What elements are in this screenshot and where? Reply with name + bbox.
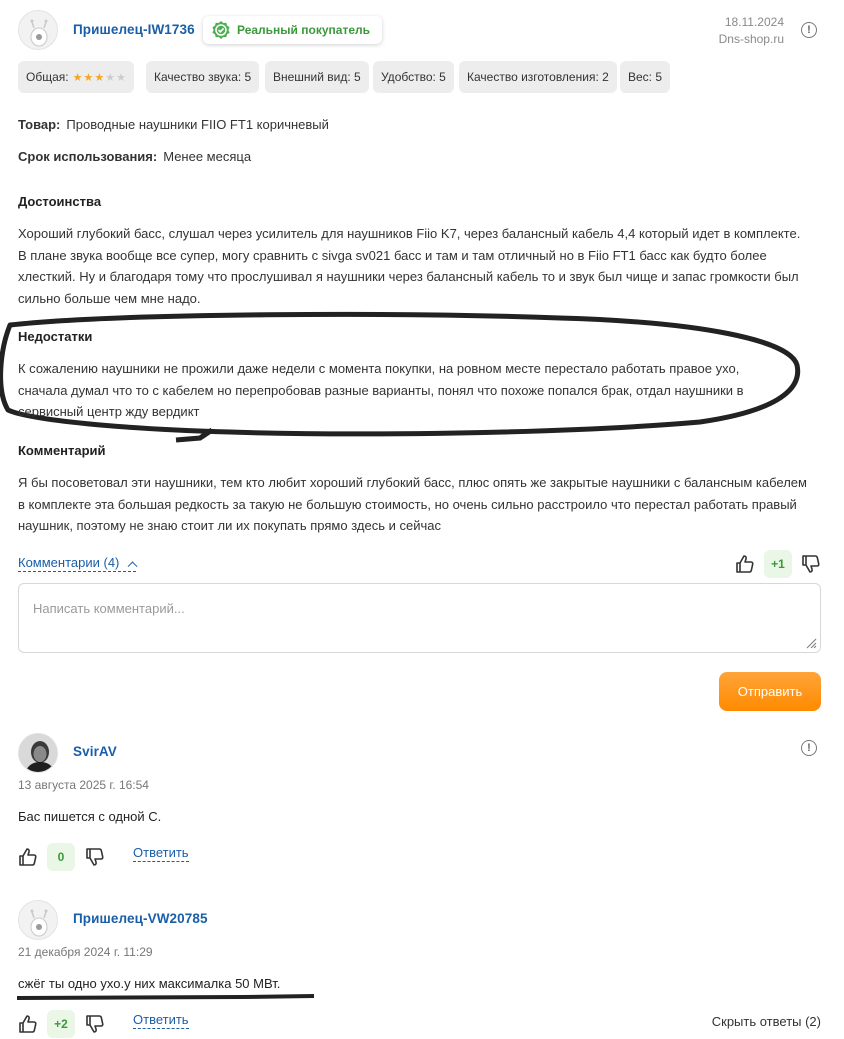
comment-vote-count: 0 bbox=[47, 843, 75, 871]
usage-label: Срок использования: bbox=[18, 149, 158, 164]
thumbs-up-icon[interactable] bbox=[18, 1014, 38, 1034]
usage-value: Менее месяца bbox=[163, 149, 252, 164]
reply-link[interactable]: Ответить bbox=[133, 1012, 189, 1029]
cons-text: К сожалению наушники не прожили даже нед… bbox=[18, 361, 744, 419]
review-meta: 18.11.2024 Dns-shop.ru bbox=[719, 14, 784, 48]
pros-text: Хороший глубокий басс, слушал через усил… bbox=[18, 226, 801, 306]
pros-title: Достоинства bbox=[18, 194, 102, 209]
comment-text: сжёг ты одно ухо.у них максималка 50 МВт… bbox=[18, 976, 281, 991]
comment-text: Бас пишется с одной С. bbox=[18, 809, 162, 824]
review-source: Dns-shop.ru bbox=[718, 32, 784, 46]
rating-comfort: Удобство: 5 bbox=[373, 61, 454, 93]
verified-buyer-badge: Реальный покупатель bbox=[203, 16, 382, 44]
thumbs-down-icon[interactable] bbox=[85, 847, 105, 867]
rating-stars: ★ ★ ★ ★ ★ bbox=[73, 71, 126, 84]
rating-weight: Вес: 5 bbox=[620, 61, 671, 93]
alien-avatar-icon bbox=[19, 11, 57, 49]
thumbs-down-icon[interactable] bbox=[85, 1014, 105, 1034]
comment-title: Комментарий bbox=[18, 443, 106, 458]
rating-overall: Общая: ★ ★ ★ ★ ★ bbox=[18, 61, 134, 93]
comment-author-name[interactable]: Пришелец-VW20785 bbox=[73, 911, 208, 926]
rating-build: Качество изготовления: 2 bbox=[459, 61, 617, 93]
rating-look: Внешний вид: 5 bbox=[265, 61, 369, 93]
send-button[interactable]: Отправить bbox=[719, 672, 821, 711]
review-vote-count: +1 bbox=[764, 550, 792, 578]
comments-toggle[interactable]: Комментарии (4) bbox=[18, 555, 138, 572]
review-date: 18.11.2024 bbox=[724, 15, 784, 29]
chevron-up-icon bbox=[127, 561, 138, 572]
resize-handle-icon[interactable] bbox=[805, 637, 817, 649]
avatar[interactable] bbox=[18, 900, 58, 940]
user-photo-icon bbox=[19, 734, 57, 772]
report-icon[interactable]: ! bbox=[801, 740, 817, 756]
comment-date: 13 августа 2025 г. 16:54 bbox=[18, 778, 149, 792]
thumbs-up-icon[interactable] bbox=[735, 554, 755, 574]
star-icon: ★ bbox=[116, 71, 126, 84]
thumbs-up-icon[interactable] bbox=[18, 847, 38, 867]
comment-vote-count: +2 bbox=[47, 1010, 75, 1038]
star-icon: ★ bbox=[83, 71, 94, 84]
hand-drawn-underline bbox=[16, 994, 315, 1000]
comment-date: 21 декабря 2024 г. 11:29 bbox=[18, 945, 153, 959]
reply-link[interactable]: Ответить bbox=[133, 845, 189, 862]
avatar[interactable] bbox=[18, 10, 58, 50]
avatar[interactable] bbox=[18, 733, 58, 773]
verified-buyer-label: Реальный покупатель bbox=[237, 23, 370, 37]
product-value: Проводные наушники FIIO FT1 коричневый bbox=[66, 117, 329, 132]
verified-check-icon bbox=[212, 21, 230, 39]
rating-sound: Качество звука: 5 bbox=[146, 61, 260, 93]
product-line: Товар: Проводные наушники FIIO FT1 коричн… bbox=[18, 117, 329, 132]
alien-avatar-icon bbox=[19, 901, 57, 939]
comment-input-placeholder: Написать комментарий... bbox=[33, 601, 185, 616]
comment-author-name[interactable]: SvirAV bbox=[73, 744, 117, 759]
hide-replies-link[interactable]: Скрыть ответы (2) bbox=[712, 1014, 821, 1029]
star-icon: ★ bbox=[72, 71, 83, 84]
comments-toggle-label: Комментарии (4) bbox=[18, 555, 120, 570]
product-label: Товар: bbox=[18, 117, 61, 132]
comment-input[interactable]: Написать комментарий... bbox=[18, 583, 821, 653]
star-icon: ★ bbox=[105, 71, 116, 84]
star-icon: ★ bbox=[94, 71, 105, 84]
rating-overall-label: Общая: bbox=[26, 70, 69, 84]
cons-title: Недостатки bbox=[18, 329, 93, 344]
review-author-name[interactable]: Пришелец-IW1736 bbox=[73, 22, 195, 37]
comment-text: Я бы посоветовал эти наушники, тем кто л… bbox=[18, 475, 807, 533]
usage-line: Срок использования: Менее месяца bbox=[18, 149, 251, 164]
thumbs-down-icon[interactable] bbox=[801, 554, 821, 574]
report-icon[interactable]: ! bbox=[801, 22, 817, 38]
